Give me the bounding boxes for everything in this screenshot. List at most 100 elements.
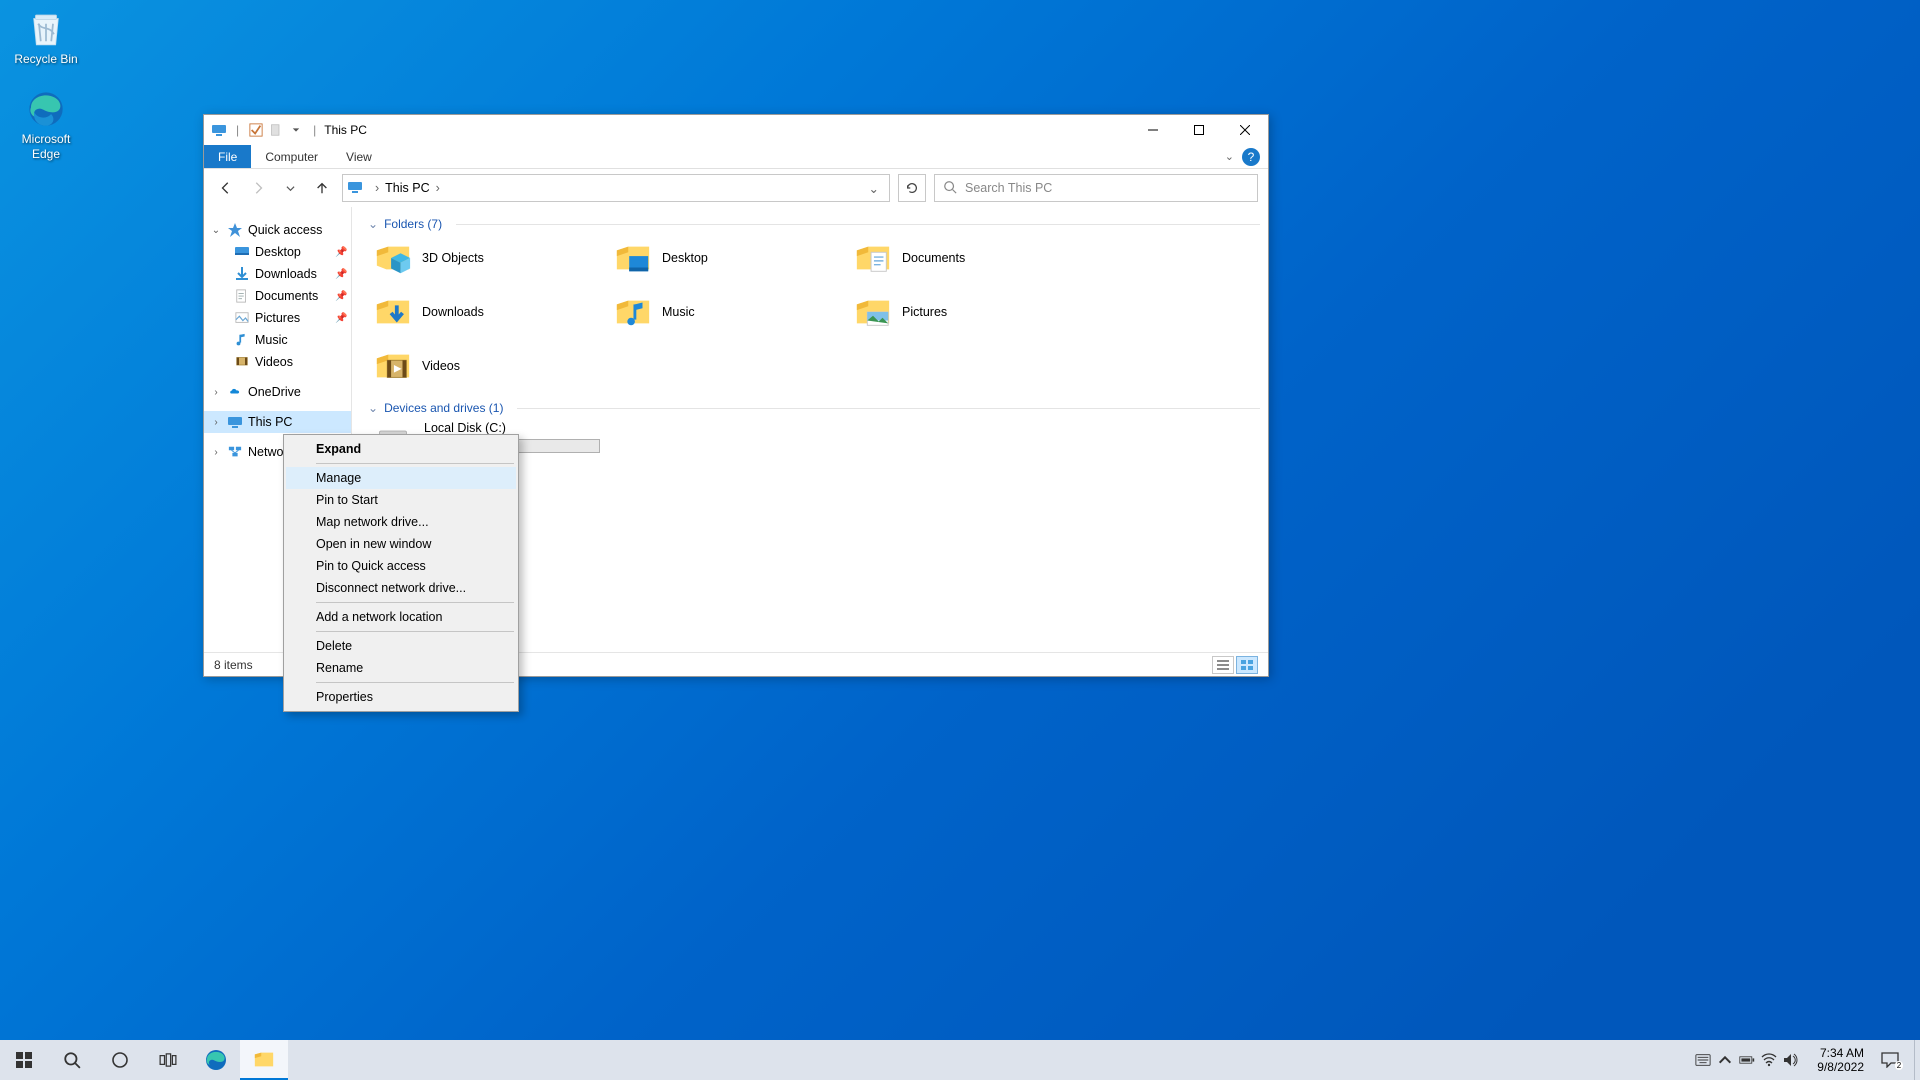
ctx-map-network-drive[interactable]: Map network drive... <box>286 511 516 533</box>
pin-icon: 📌 <box>335 291 347 302</box>
task-view-button[interactable] <box>144 1040 192 1080</box>
group-header-folders[interactable]: ⌄ Folders (7) <box>368 217 1260 231</box>
up-button[interactable] <box>310 176 334 200</box>
separator: | <box>313 123 316 137</box>
titlebar[interactable]: | | This PC <box>204 115 1268 145</box>
desktop[interactable]: Recycle Bin Microsoft Edge | <box>0 0 1920 1080</box>
folder-music[interactable]: Music <box>614 291 854 333</box>
properties-icon[interactable] <box>267 121 285 139</box>
tray-chevron-icon[interactable] <box>1717 1052 1733 1068</box>
search-box[interactable] <box>934 174 1258 202</box>
nav-quick-access[interactable]: ⌄ Quick access <box>204 219 351 241</box>
expand-icon[interactable]: › <box>210 417 222 428</box>
tiles-view-button[interactable] <box>1236 656 1258 674</box>
taskbar-left <box>0 1040 288 1080</box>
quick-access-toolbar: | | This PC <box>204 121 367 139</box>
ctx-expand[interactable]: Expand <box>286 438 516 460</box>
nav-desktop[interactable]: Desktop 📌 <box>204 241 351 263</box>
pin-icon: 📌 <box>335 247 347 258</box>
checkbox-icon[interactable] <box>247 121 265 139</box>
show-desktop-button[interactable] <box>1914 1040 1920 1080</box>
expand-icon[interactable]: › <box>210 447 222 458</box>
ctx-properties[interactable]: Properties <box>286 686 516 708</box>
refresh-button[interactable] <box>898 174 926 202</box>
nav-downloads[interactable]: Downloads 📌 <box>204 263 351 285</box>
taskbar-file-explorer[interactable] <box>240 1040 288 1080</box>
drive-label: Local Disk (C:) <box>424 421 600 435</box>
collapse-icon[interactable]: ⌄ <box>210 225 222 236</box>
navigation-bar: › This PC › ⌄ <box>204 169 1268 207</box>
ctx-pin-quick-access[interactable]: Pin to Quick access <box>286 555 516 577</box>
minimize-button[interactable] <box>1130 115 1176 145</box>
ctx-add-network-location[interactable]: Add a network location <box>286 606 516 628</box>
desktop-folder-icon <box>614 239 652 277</box>
ctx-pin-to-start[interactable]: Pin to Start <box>286 489 516 511</box>
details-view-button[interactable] <box>1212 656 1234 674</box>
folder-pictures[interactable]: Pictures <box>854 291 1094 333</box>
folder-label: Videos <box>422 359 460 373</box>
folder-3d-objects[interactable]: 3D Objects <box>374 237 614 279</box>
folder-videos[interactable]: Videos <box>374 345 614 387</box>
downloads-icon <box>234 266 250 282</box>
address-dropdown-icon[interactable]: ⌄ <box>863 181 885 196</box>
address-bar[interactable]: › This PC › ⌄ <box>342 174 890 202</box>
taskbar-edge[interactable] <box>192 1040 240 1080</box>
folder-documents[interactable]: Documents <box>854 237 1094 279</box>
pictures-icon <box>234 310 250 326</box>
folder-label: Desktop <box>662 251 708 265</box>
taskbar-right: 7:34 AM 9/8/2022 2 <box>1687 1040 1920 1080</box>
tab-computer[interactable]: Computer <box>251 145 332 168</box>
search-button[interactable] <box>48 1040 96 1080</box>
chevron-down-icon: ⌄ <box>368 217 378 231</box>
videos-icon <box>234 354 250 370</box>
window-title: This PC <box>324 123 367 137</box>
folder-desktop[interactable]: Desktop <box>614 237 854 279</box>
system-tray <box>1687 1052 1807 1068</box>
tab-view[interactable]: View <box>332 145 386 168</box>
pin-icon: 📌 <box>335 269 347 280</box>
music-folder-icon <box>614 293 652 331</box>
nav-documents[interactable]: Documents 📌 <box>204 285 351 307</box>
group-header-drives[interactable]: ⌄ Devices and drives (1) <box>368 401 1260 415</box>
tab-file[interactable]: File <box>204 145 251 168</box>
ctx-disconnect-drive[interactable]: Disconnect network drive... <box>286 577 516 599</box>
ribbon-expand-icon[interactable]: ⌄ <box>1225 150 1234 163</box>
close-button[interactable] <box>1222 115 1268 145</box>
ctx-delete[interactable]: Delete <box>286 635 516 657</box>
downloads-folder-icon <box>374 293 412 331</box>
chevron-right-icon[interactable]: › <box>371 181 383 195</box>
ctx-rename[interactable]: Rename <box>286 657 516 679</box>
nav-this-pc[interactable]: › This PC <box>204 411 351 433</box>
forward-button[interactable] <box>246 176 270 200</box>
chevron-right-icon[interactable]: › <box>432 181 444 195</box>
help-button[interactable]: ? <box>1242 148 1260 166</box>
clock-time: 7:34 AM <box>1817 1046 1864 1060</box>
cortana-button[interactable] <box>96 1040 144 1080</box>
qat-dropdown-icon[interactable] <box>287 121 305 139</box>
nav-videos[interactable]: Videos <box>204 351 351 373</box>
battery-icon[interactable] <box>1739 1052 1755 1068</box>
recent-locations-button[interactable] <box>278 176 302 200</box>
search-input[interactable] <box>965 181 1249 195</box>
nav-pictures[interactable]: Pictures 📌 <box>204 307 351 329</box>
ctx-manage[interactable]: Manage <box>286 467 516 489</box>
desktop-icon-edge[interactable]: Microsoft Edge <box>8 88 84 161</box>
touch-keyboard-icon[interactable] <box>1695 1052 1711 1068</box>
start-button[interactable] <box>0 1040 48 1080</box>
maximize-button[interactable] <box>1176 115 1222 145</box>
wifi-icon[interactable] <box>1761 1052 1777 1068</box>
taskbar-clock[interactable]: 7:34 AM 9/8/2022 <box>1807 1046 1874 1075</box>
folder-downloads[interactable]: Downloads <box>374 291 614 333</box>
ctx-open-new-window[interactable]: Open in new window <box>286 533 516 555</box>
volume-icon[interactable] <box>1783 1052 1799 1068</box>
3d-objects-icon <box>374 239 412 277</box>
back-button[interactable] <box>214 176 238 200</box>
clock-date: 9/8/2022 <box>1817 1060 1864 1074</box>
breadcrumb-this-pc[interactable]: This PC <box>383 181 431 195</box>
context-menu: Expand Manage Pin to Start Map network d… <box>283 434 519 712</box>
action-center-button[interactable]: 2 <box>1874 1040 1914 1080</box>
nav-onedrive[interactable]: › OneDrive <box>204 381 351 403</box>
nav-music[interactable]: Music <box>204 329 351 351</box>
expand-icon[interactable]: › <box>210 387 222 398</box>
desktop-icon-recycle-bin[interactable]: Recycle Bin <box>8 8 84 66</box>
